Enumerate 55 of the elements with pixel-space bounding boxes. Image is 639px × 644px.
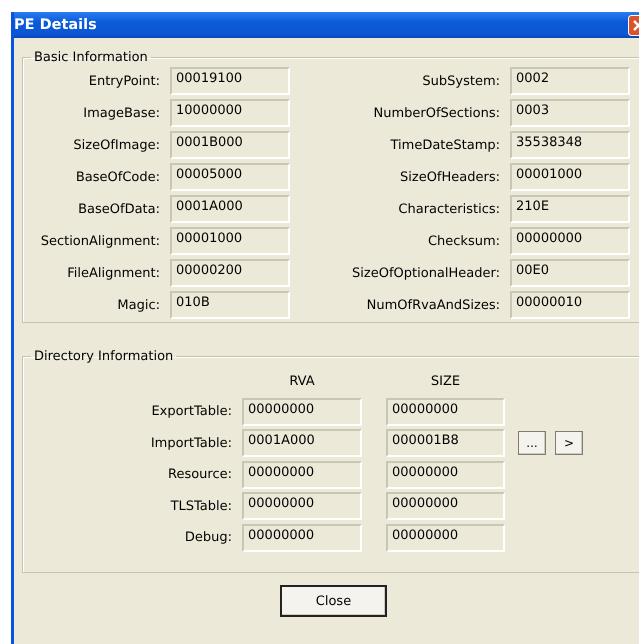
field-label: Checksum: xyxy=(426,234,500,248)
field-label: SectionAlignment: xyxy=(40,234,160,248)
value-field[interactable]: 00000000 xyxy=(386,524,505,552)
value-field[interactable]: 10000000 xyxy=(170,99,290,127)
group-title: Directory Information xyxy=(33,349,174,364)
value-field[interactable]: 00000000 xyxy=(242,492,362,520)
value-field[interactable]: 00001000 xyxy=(170,227,290,255)
close-button[interactable]: Close xyxy=(280,585,387,617)
field-label: Magic: xyxy=(116,298,160,312)
column-header: SIZE xyxy=(430,374,462,388)
field-label: ImportTable: xyxy=(150,436,232,450)
field-label: EntryPoint: xyxy=(88,74,160,88)
field-label: BaseOfData: xyxy=(77,202,160,216)
value-field[interactable]: 00000000 xyxy=(386,460,505,488)
value-field[interactable]: 000001B8 xyxy=(386,429,505,457)
field-label: Characteristics: xyxy=(397,202,500,216)
value-field[interactable]: 00001000 xyxy=(510,163,630,191)
value-field[interactable]: 0001A000 xyxy=(170,195,290,223)
field-label: NumberOfSections: xyxy=(372,106,500,120)
value-field[interactable]: 0002 xyxy=(510,67,630,95)
field-label: BaseOfCode: xyxy=(74,170,160,184)
value-field[interactable]: 00000010 xyxy=(510,291,630,319)
field-label: ImageBase: xyxy=(82,106,160,120)
field-label: Debug: xyxy=(184,530,232,545)
value-field[interactable]: 00000000 xyxy=(242,398,362,426)
value-field[interactable]: 210E xyxy=(510,195,630,223)
field-label: SubSystem: xyxy=(421,74,500,88)
field-label: NumOfRvaAndSizes: xyxy=(366,298,500,312)
value-field[interactable]: 00000000 xyxy=(242,524,362,552)
field-label: SizeOfImage: xyxy=(72,138,160,152)
value-field[interactable]: 00000000 xyxy=(242,460,362,488)
value-field[interactable]: 00000000 xyxy=(510,227,630,255)
value-field[interactable]: 0003 xyxy=(510,99,630,127)
field-label: SizeOfOptionalHeader: xyxy=(351,266,500,280)
field-label: SizeOfHeaders: xyxy=(399,170,500,184)
field-label: ExportTable: xyxy=(150,404,232,419)
field-label: Resource: xyxy=(167,467,232,482)
group-title: Basic Information xyxy=(33,50,149,65)
field-label: FileAlignment: xyxy=(66,266,160,280)
value-field[interactable]: 010B xyxy=(170,291,290,319)
value-field[interactable]: 35538348 xyxy=(510,131,630,159)
window-title: PE Details xyxy=(14,17,97,33)
value-field[interactable]: 0001A000 xyxy=(242,429,362,457)
field-label: TimeDateStamp: xyxy=(390,138,500,152)
value-field[interactable]: 00000000 xyxy=(386,398,505,426)
value-field[interactable]: 00019100 xyxy=(170,67,290,95)
browse-button[interactable]: ... xyxy=(518,431,546,455)
next-button[interactable]: > xyxy=(555,431,583,455)
column-header: RVA xyxy=(288,374,316,388)
value-field[interactable]: 00000200 xyxy=(170,259,290,287)
value-field[interactable]: 00000000 xyxy=(386,492,505,520)
field-label: TLSTable: xyxy=(170,498,232,514)
value-field[interactable]: 0001B000 xyxy=(170,131,290,159)
value-field[interactable]: 00E0 xyxy=(510,259,630,287)
value-field[interactable]: 00005000 xyxy=(170,163,290,191)
